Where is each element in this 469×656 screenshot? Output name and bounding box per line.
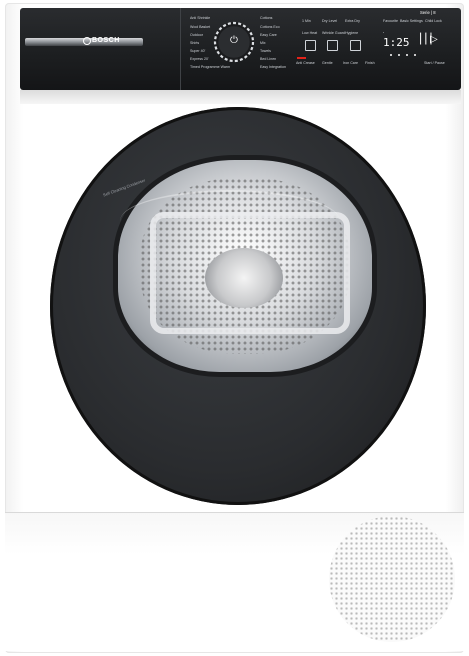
program-mix[interactable]: Mix [260, 41, 266, 46]
option-1-min[interactable]: 1 Min [302, 19, 311, 24]
program-express-20[interactable]: Express 20' [190, 57, 209, 62]
iron-icon[interactable] [305, 40, 316, 51]
option-hygiene[interactable]: Hygiene [345, 31, 358, 36]
panel-divider [180, 8, 181, 90]
drum-center [205, 248, 283, 308]
program-outdoor[interactable]: Outdoor [190, 33, 203, 38]
program-towels[interactable]: Towels [260, 49, 271, 54]
status-led [390, 54, 392, 56]
program-timed-warm[interactable]: Timed Programme Warm [190, 65, 230, 70]
water-tank-drawer[interactable] [20, 90, 461, 104]
program-bed-linen[interactable]: Bed Linen [260, 57, 276, 62]
program-shirts[interactable]: Shirts [190, 41, 199, 46]
anti-crease-indicator [297, 57, 306, 59]
brand-logo: BOSCH [92, 37, 120, 44]
status-led [406, 54, 408, 56]
program-anti-shrinkle[interactable]: Anti Shrinkle [190, 16, 210, 21]
setting-favourite[interactable]: Favourite [383, 19, 398, 24]
brand-logo-icon [83, 37, 91, 45]
time-display: 1:25 [383, 36, 410, 49]
status-led [398, 54, 400, 56]
series-label: Serie | 8 [420, 10, 436, 15]
setting-child-lock[interactable]: Child Lock [425, 19, 442, 24]
program-cottons[interactable]: Cottons [260, 16, 272, 21]
option-wrinkle-guard[interactable]: Wrinkle Guard [322, 31, 345, 36]
glass-reflection [120, 190, 340, 252]
option-dry-level[interactable]: Dry Level [322, 19, 337, 24]
time-unit-icon: ◔ [382, 31, 385, 35]
option-low-heat[interactable]: Low Heat [302, 31, 317, 36]
option-extra-dry[interactable]: Extra Dry [345, 19, 360, 24]
start-pause-icon[interactable]: ▷ [430, 35, 438, 45]
program-easy-care[interactable]: Easy Care [260, 33, 277, 38]
option-gentle[interactable]: Gentle [322, 61, 333, 66]
ventilation-grille [329, 516, 455, 642]
power-icon[interactable]: ⏻ [229, 36, 239, 46]
program-cottons-eco[interactable]: Cottons Eco [260, 25, 280, 30]
program-easy-integration[interactable]: Easy Integration [260, 65, 286, 70]
status-led [414, 54, 416, 56]
program-wool-basket[interactable]: Wool Basket [190, 25, 210, 30]
option-anti-crease[interactable]: Anti Crease [296, 61, 315, 66]
start-pause-label[interactable]: Start / Pause [424, 61, 445, 66]
hanger-icon[interactable] [350, 40, 361, 51]
option-iron-care[interactable]: Iron Care [343, 61, 358, 66]
shirt-icon[interactable] [327, 40, 338, 51]
program-super-40[interactable]: Super 40' [190, 49, 205, 54]
option-finish[interactable]: Finish [365, 61, 375, 66]
setting-basic[interactable]: Basic Settings [400, 19, 423, 24]
